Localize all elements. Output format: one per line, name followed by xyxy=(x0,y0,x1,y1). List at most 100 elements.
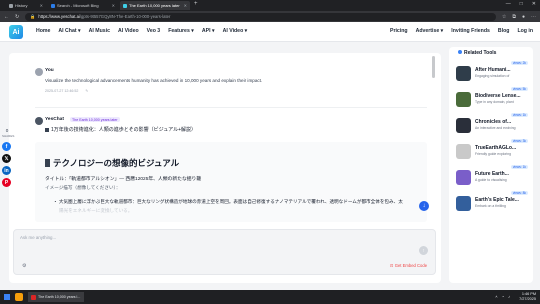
tool-views-badge: views: 3k xyxy=(510,139,528,143)
taskbar-browser-app[interactable]: The Earth 10,000 years l... xyxy=(28,292,84,302)
star-icon[interactable]: ☆ xyxy=(502,14,506,20)
url-field[interactable]: 🔒 https://www.yeschat.ai/gpts-9t557GQy8N… xyxy=(25,12,496,21)
bing-icon xyxy=(51,3,55,8)
tool-name: After Humani... xyxy=(475,67,511,73)
extensions-icon[interactable]: ⧉ xyxy=(512,14,516,20)
close-window-button[interactable]: ✕ xyxy=(532,1,536,7)
nav-ai-video-menu[interactable]: AI Video ▾ xyxy=(223,28,248,34)
answer-heading: テクノロジーの想像的ビジュアル xyxy=(45,157,179,169)
settings-icon[interactable]: ⚙ xyxy=(22,263,26,269)
address-bar-row: ← ↻ 🔒 https://www.yeschat.ai/gpts-9t557G… xyxy=(0,11,540,22)
start-button[interactable] xyxy=(4,294,10,300)
tool-views-badge: views: 2k xyxy=(510,61,528,65)
tab-history[interactable]: History ✕ xyxy=(6,1,46,10)
tool-name: Chronicles of... xyxy=(475,119,512,125)
nav-home[interactable]: Home xyxy=(36,28,50,34)
heading-bar-icon xyxy=(45,159,50,167)
close-tab-icon[interactable]: ✕ xyxy=(40,3,43,8)
bot-name: YesChat xyxy=(45,117,64,122)
browser-tools: ☆ ⧉ ● ⋯ xyxy=(502,14,536,20)
lock-icon: 🔒 xyxy=(30,13,36,19)
nav-veo3[interactable]: Veo 3 xyxy=(147,28,161,34)
tool-views-badge: views: 8k xyxy=(510,191,528,195)
message-divider xyxy=(35,107,427,108)
bot-badge: The Earth 10,000 years later xyxy=(70,117,120,122)
volume-icon[interactable]: ♪ xyxy=(508,294,510,299)
tab-bing[interactable]: Search - Microsoft Bing ✕ xyxy=(48,1,118,10)
related-tool-item[interactable]: Biodiverse Lense... Type in any domain, … xyxy=(456,87,528,112)
nav-ai-chat[interactable]: AI Chat ▾ xyxy=(58,28,80,34)
menu-icon[interactable]: ⋯ xyxy=(531,14,536,20)
user-message-meta: 2025-07-27 12:46:52 ✎ xyxy=(45,89,88,93)
new-tab-button[interactable]: + xyxy=(194,1,198,7)
refresh-icon[interactable]: ↻ xyxy=(15,14,19,20)
maximize-button[interactable]: □ xyxy=(520,1,523,7)
user-name: You xyxy=(45,68,54,73)
send-button[interactable]: ↑ xyxy=(419,246,428,255)
nav-pricing[interactable]: Pricing xyxy=(390,28,408,34)
chevron-up-icon[interactable]: ˄ xyxy=(495,294,497,299)
profile-icon[interactable]: ● xyxy=(522,14,525,20)
yeschat-icon xyxy=(123,3,127,8)
login-link[interactable]: Log in xyxy=(517,28,533,34)
tool-thumbnail xyxy=(456,196,471,211)
tool-thumbnail xyxy=(456,118,471,133)
edit-icon[interactable]: ✎ xyxy=(85,89,88,93)
site-logo[interactable]: Ai xyxy=(9,25,23,39)
tool-name: TrueEarthAGLo... xyxy=(475,145,517,151)
nav-api[interactable]: API ▾ xyxy=(202,28,215,34)
pinterest-share-button[interactable]: P xyxy=(2,178,11,187)
embed-code-label: Get Embed Code xyxy=(394,263,428,268)
linkedin-share-button[interactable]: in xyxy=(2,166,11,175)
tab-label: History xyxy=(15,3,28,8)
user-avatar xyxy=(35,68,43,76)
network-icon[interactable]: ◔ xyxy=(502,294,504,299)
bot-avatar xyxy=(35,117,43,125)
minimize-button[interactable]: — xyxy=(506,1,511,7)
tool-thumbnail xyxy=(456,170,471,185)
related-tool-item[interactable]: Earth's Epic Tale... Embark on a thrilli… xyxy=(456,191,528,216)
related-tools-title-text: Related Tools xyxy=(464,50,497,56)
related-tool-item[interactable]: TrueEarthAGLo... Friendly guide explorin… xyxy=(456,139,528,164)
linkedin-icon: in xyxy=(4,167,9,174)
facebook-share-button[interactable]: f xyxy=(2,142,11,151)
back-icon[interactable]: ← xyxy=(4,14,9,20)
tab-label: The Earth 10,000 years later xyxy=(129,3,180,8)
related-tool-item[interactable]: Future Earth... A guide to visualising v… xyxy=(456,165,528,190)
nav-advertise[interactable]: Advertise ▾ xyxy=(416,28,444,34)
facebook-icon: f xyxy=(5,143,8,150)
tool-description: An interactive and evolving xyxy=(475,126,516,130)
related-tool-item[interactable]: After Humani... Engaging simulation of v… xyxy=(456,61,528,86)
tab-earth[interactable]: The Earth 10,000 years later ✕ xyxy=(120,1,190,10)
answer-subtitle-line: イメージ描写（想像してください）： xyxy=(45,185,121,190)
tab-label: Search - Microsoft Bing xyxy=(57,3,99,8)
nav-ai-music[interactable]: AI Music xyxy=(89,28,110,34)
checkbox-icon xyxy=(45,127,49,132)
clock[interactable]: 1:46 PM 7/27/2025 xyxy=(519,292,536,302)
answer-fade xyxy=(35,202,427,222)
close-tab-icon[interactable]: ✕ xyxy=(112,3,115,8)
related-tool-item[interactable]: Chronicles of... An interactive and evol… xyxy=(456,113,528,138)
nav-features[interactable]: Features ▾ xyxy=(168,28,194,34)
os-taskbar: The Earth 10,000 years l... ˄ ◔ ♪ 1:46 P… xyxy=(0,290,540,304)
answer-title-line: タイトル：「軌道都市アルシオン」— 西暦12025年、人類の新たな揺り籠 xyxy=(45,177,202,182)
url-path: /gpts-9t557GQy8N-The-Earth-10-000-years-… xyxy=(79,14,171,19)
close-tab-icon[interactable]: ✕ xyxy=(184,3,187,8)
tool-name: Biodiverse Lense... xyxy=(475,93,521,99)
file-explorer-icon[interactable] xyxy=(15,293,23,301)
nav-ai-video[interactable]: AI Video xyxy=(118,28,139,34)
tool-views-badge: views: 1k xyxy=(510,113,528,117)
x-share-button[interactable]: 𝕏 xyxy=(2,154,11,163)
nav-blog[interactable]: Blog xyxy=(498,28,510,34)
chat-input[interactable]: Ask me anything... xyxy=(13,229,436,275)
tool-thumbnail xyxy=(456,92,471,107)
scroll-down-button[interactable]: ↓ xyxy=(419,201,429,211)
bot-answer-card: テクノロジーの想像的ビジュアル タイトル：「軌道都市アルシオン」— 西暦1202… xyxy=(35,142,427,222)
embed-code-link[interactable]: ⊡ Get Embed Code xyxy=(390,263,427,268)
bot-summary-text: 1万年後の技術進化：人類の進歩とその影響（ビジュアル+解説） xyxy=(51,127,197,133)
related-dot-icon xyxy=(458,50,462,54)
chat-scrollbar[interactable] xyxy=(432,56,435,78)
nav-inviting-friends[interactable]: Inviting Friends xyxy=(451,28,490,34)
message-timestamp: 2025-07-27 12:46:52 xyxy=(45,89,79,93)
tool-description: A guide to visualising xyxy=(475,178,507,182)
